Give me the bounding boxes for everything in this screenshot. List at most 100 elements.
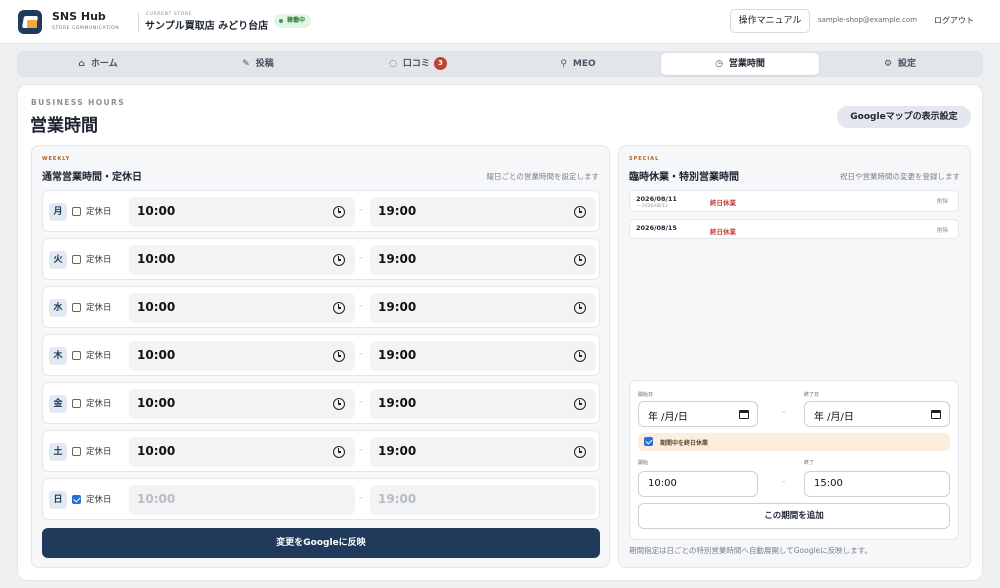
special-period-form: 開始日 終了日 年 /月/日 - 年 /月/日 期間中を終日休業 開始 終了 1… xyxy=(629,380,959,540)
day-chip: 日 xyxy=(49,491,67,509)
tab-posts[interactable]: ✎ 投稿 xyxy=(179,53,337,75)
closed-checkbox[interactable] xyxy=(72,207,81,216)
close-time-value: 19:00 xyxy=(378,444,417,458)
tab-home[interactable]: ⌂ ホーム xyxy=(19,53,177,75)
clock-icon[interactable] xyxy=(574,254,586,266)
open-time-input[interactable]: 10:00 xyxy=(129,341,355,371)
clock-icon[interactable] xyxy=(333,398,345,410)
delete-link[interactable]: 削除 xyxy=(937,197,948,205)
review-count-badge: 3 xyxy=(433,57,447,70)
day-row-thu: 木 定休日 10:00 - 19:00 xyxy=(42,334,600,376)
day-row-sat: 土 定休日 10:00 - 19:00 xyxy=(42,430,600,472)
all-day-closed-checkbox[interactable] xyxy=(644,437,653,446)
header-divider xyxy=(138,12,139,32)
close-time-input[interactable]: 19:00 xyxy=(370,293,596,323)
end-date-label: 終了日 xyxy=(804,392,820,398)
open-time-input[interactable]: 10:00 xyxy=(129,245,355,275)
special-item: 2026/08/15 終日休業 削除 xyxy=(629,219,959,239)
open-time-value: 10:00 xyxy=(137,492,176,506)
open-time-value: 10:00 xyxy=(137,300,176,314)
delete-link[interactable]: 削除 xyxy=(937,226,948,234)
close-time-input[interactable]: 19:00 xyxy=(370,389,596,419)
special-date-end: — 2026/08/12 xyxy=(636,204,668,209)
end-time-value: 15:00 xyxy=(814,478,843,489)
closed-checkbox[interactable] xyxy=(72,495,81,504)
open-time-value: 10:00 xyxy=(137,252,176,266)
day-chip: 金 xyxy=(49,395,67,413)
end-date-input[interactable]: 年 /月/日 xyxy=(804,401,950,427)
close-time-input[interactable]: 19:00 xyxy=(370,197,596,227)
clock-icon[interactable] xyxy=(574,206,586,218)
close-time-input[interactable]: 19:00 xyxy=(370,245,596,275)
weekly-hours-panel: WEEKLY 通常営業時間・定休日 曜日ごとの営業時間を設定します 月 定休日 … xyxy=(31,145,610,568)
clock-icon[interactable] xyxy=(574,350,586,362)
close-time-input[interactable]: 19:00 xyxy=(370,437,596,467)
closed-label: 定休日 xyxy=(86,399,112,409)
time-separator: - xyxy=(359,349,363,359)
calendar-icon[interactable] xyxy=(739,410,749,419)
clock-icon[interactable] xyxy=(333,302,345,314)
time-separator: - xyxy=(359,445,363,455)
open-time-input[interactable]: 10:00 xyxy=(129,437,355,467)
tab-reviews[interactable]: ◌ 口コミ 3 xyxy=(339,53,497,75)
manual-button[interactable]: 操作マニュアル xyxy=(730,9,810,33)
closed-label: 定休日 xyxy=(86,255,112,265)
closed-checkbox[interactable] xyxy=(72,303,81,312)
date-separator: - xyxy=(782,407,786,417)
open-time-input[interactable]: 10:00 xyxy=(129,293,355,323)
closed-checkbox[interactable] xyxy=(72,255,81,264)
closed-checkbox[interactable] xyxy=(72,351,81,360)
open-time-value: 10:00 xyxy=(137,204,176,218)
calendar-icon[interactable] xyxy=(931,410,941,419)
store-name[interactable]: サンプル買取店 みどり台店 xyxy=(145,17,268,32)
close-time-value: 19:00 xyxy=(378,396,417,410)
tab-meo[interactable]: ⚲ MEO xyxy=(499,53,657,75)
top-header: SNS Hub STORE COMMUNICATION CURRENT STOR… xyxy=(0,0,1000,44)
map-pin-icon: ⚲ xyxy=(560,59,567,69)
start-date-input[interactable]: 年 /月/日 xyxy=(638,401,758,427)
apply-to-google-button[interactable]: 変更をGoogleに反映 xyxy=(42,528,600,558)
clock-icon[interactable] xyxy=(574,446,586,458)
open-time-input[interactable]: 10:00 xyxy=(129,389,355,419)
brand-name: SNS Hub xyxy=(52,10,106,23)
close-time-value: 19:00 xyxy=(378,492,417,506)
tab-label: 投稿 xyxy=(255,59,274,69)
clock-icon[interactable] xyxy=(574,398,586,410)
clock-icon[interactable] xyxy=(333,446,345,458)
day-row-fri: 金 定休日 10:00 - 19:00 xyxy=(42,382,600,424)
tab-settings[interactable]: ⚙ 設定 xyxy=(821,53,979,75)
business-hours-card: BUSINESS HOURS 営業時間 Googleマップの表示設定 WEEKL… xyxy=(17,84,983,581)
end-time-input[interactable]: 15:00 xyxy=(804,471,950,497)
clock-icon[interactable] xyxy=(574,302,586,314)
day-chip: 月 xyxy=(49,203,67,221)
tab-business-hours[interactable]: ◷ 営業時間 xyxy=(661,53,819,75)
close-time-input: 19:00 xyxy=(370,485,596,515)
close-time-value: 19:00 xyxy=(378,204,417,218)
day-chip: 土 xyxy=(49,443,67,461)
time-separator: - xyxy=(782,477,786,487)
all-day-closed-row[interactable]: 期間中を終日休業 xyxy=(638,433,950,451)
closed-checkbox[interactable] xyxy=(72,447,81,456)
google-map-settings-button[interactable]: Googleマップの表示設定 xyxy=(837,106,971,128)
add-period-button[interactable]: この期間を追加 xyxy=(638,503,950,529)
time-separator: - xyxy=(359,253,363,263)
clock-icon[interactable] xyxy=(333,350,345,362)
closed-checkbox[interactable] xyxy=(72,399,81,408)
close-time-input[interactable]: 19:00 xyxy=(370,341,596,371)
page-eyebrow: BUSINESS HOURS xyxy=(31,98,125,107)
close-time-value: 19:00 xyxy=(378,252,417,266)
open-time-value: 10:00 xyxy=(137,444,176,458)
chat-icon: ◌ xyxy=(389,59,397,69)
home-icon: ⌂ xyxy=(78,59,85,69)
start-time-value: 10:00 xyxy=(648,478,677,489)
clock-icon[interactable] xyxy=(333,206,345,218)
logout-link[interactable]: ログアウト xyxy=(934,15,974,26)
closed-label: 定休日 xyxy=(86,495,112,505)
start-time-input[interactable]: 10:00 xyxy=(638,471,758,497)
open-time-input[interactable]: 10:00 xyxy=(129,197,355,227)
tab-label: ホーム xyxy=(90,59,118,69)
clock-icon[interactable] xyxy=(333,254,345,266)
start-date-label: 開始日 xyxy=(638,392,654,398)
day-chip: 木 xyxy=(49,347,67,365)
clock-icon: ◷ xyxy=(715,59,723,69)
